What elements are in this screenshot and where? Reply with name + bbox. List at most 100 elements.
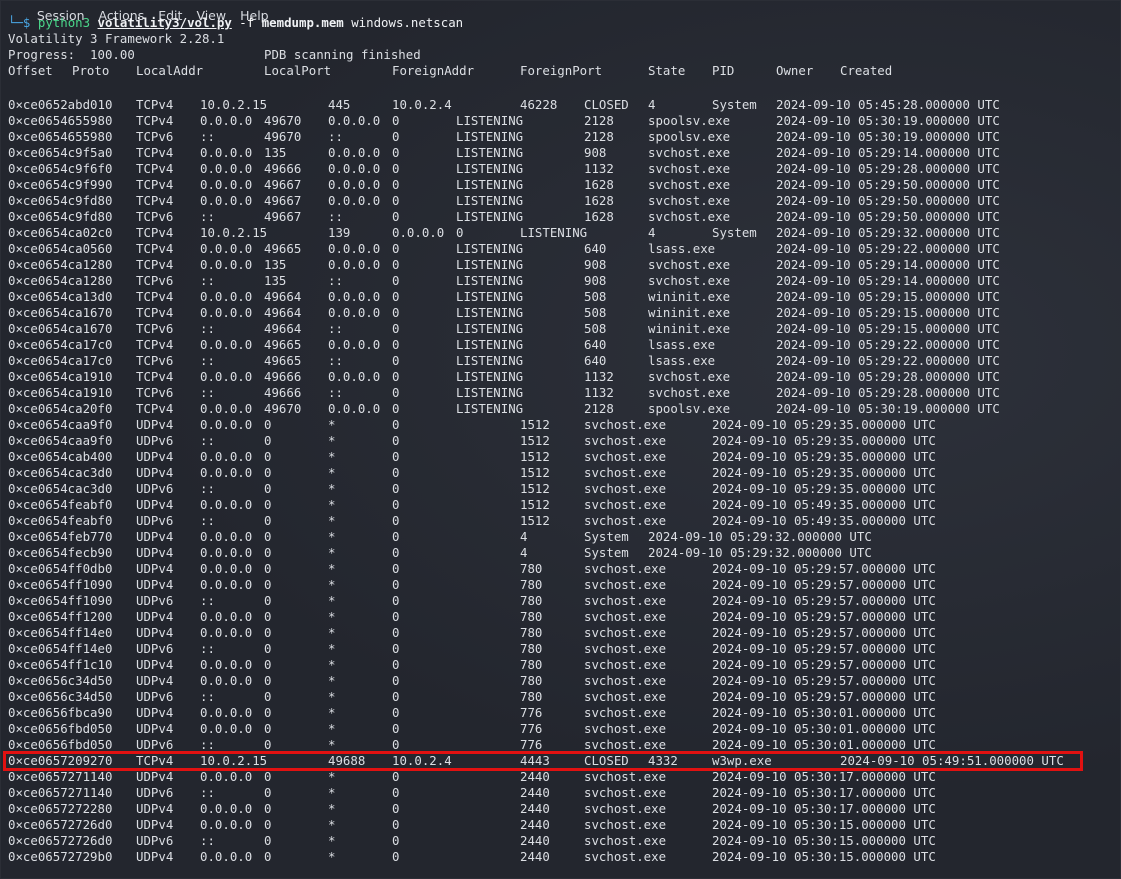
table-row-cell: 2024-09-10 05:30:17.000000 UTC	[712, 769, 936, 784]
table-row-cell: 0	[392, 465, 400, 480]
table-row-cell: 2024-09-10 05:29:35.000000 UTC	[712, 481, 936, 496]
table-row-cell: 0	[392, 545, 400, 560]
table-row-cell: *	[328, 705, 336, 720]
table-row-cell: 2024-09-10 05:49:35.000000 UTC	[712, 497, 936, 512]
table-row-cell: svchost.exe	[584, 433, 667, 448]
table-row-cell: TCPv4	[136, 145, 174, 160]
table-row-cell: UDPv4	[136, 769, 174, 784]
table-row-cell: 780	[520, 657, 543, 672]
table-row-cell: 2024-09-10 05:29:28.000000 UTC	[776, 369, 1000, 384]
table-row-cell: svchost.exe	[584, 833, 667, 848]
table-row-cell: 1628	[584, 209, 614, 224]
table-row-cell: 0×ce0654ff0db0	[8, 561, 113, 576]
table-row-cell: 0×ce0654ca1670	[8, 321, 113, 336]
table-row-cell: UDPv4	[136, 545, 174, 560]
table-row-cell: TCPv4	[136, 401, 174, 416]
table-row-cell: 0	[264, 689, 272, 704]
table-row-cell: LISTENING	[456, 321, 524, 336]
table-row-cell: LISTENING	[456, 289, 524, 304]
table-row-cell: 2024-09-10 05:30:15.000000 UTC	[712, 833, 936, 848]
table-row-cell: lsass.exe	[648, 337, 716, 352]
table-row-cell: *	[328, 641, 336, 656]
table-row-cell: 49664	[264, 321, 302, 336]
table-row-cell: 0	[392, 625, 400, 640]
table-row-cell: TCPv4	[136, 97, 174, 112]
table-row-cell: LISTENING	[456, 241, 524, 256]
table-row-cell: 49670	[264, 401, 302, 416]
table-row-cell: 780	[520, 641, 543, 656]
table-row-cell: 49667	[264, 177, 302, 192]
table-row-cell: 0	[392, 849, 400, 864]
table-row-cell: 0	[392, 769, 400, 784]
banner-line: Volatility 3 Framework 2.28.1	[8, 31, 225, 46]
table-row-cell: 4	[520, 529, 528, 544]
table-row-cell: 0×ce0654feabf0	[8, 497, 113, 512]
table-row-cell: *	[328, 433, 336, 448]
table-row-cell: 0	[392, 497, 400, 512]
table-row-cell: 2024-09-10 05:29:57.000000 UTC	[712, 593, 936, 608]
table-row-cell: 0×ce0654ff1200	[8, 609, 113, 624]
table-row-cell: *	[328, 769, 336, 784]
table-row-cell: 0	[264, 785, 272, 800]
table-row-cell: 4	[520, 545, 528, 560]
table-row-cell: 508	[584, 321, 607, 336]
table-row-cell: 0	[392, 417, 400, 432]
table-row-cell: ::	[200, 433, 215, 448]
table-row-cell: TCPv6	[136, 353, 174, 368]
header-cell: PID	[712, 63, 735, 78]
table-row-cell: 1512	[520, 481, 550, 496]
table-row-cell: 0×ce0654ff1090	[8, 593, 113, 608]
table-row-cell: 908	[584, 273, 607, 288]
table-row-cell: 0×ce0657272280	[8, 801, 113, 816]
table-row-cell: 780	[520, 689, 543, 704]
table-row-cell: 0	[392, 481, 400, 496]
table-row-cell: 2440	[520, 849, 550, 864]
header-cell: Owner	[776, 63, 814, 78]
table-row-cell: svchost.exe	[584, 593, 667, 608]
table-row-cell: svchost.exe	[584, 721, 667, 736]
table-row-cell: TCPv6	[136, 129, 174, 144]
table-row-cell: 49666	[264, 369, 302, 384]
table-row-cell: 0×ce0656c34d50	[8, 673, 113, 688]
table-row-cell: svchost.exe	[648, 145, 731, 160]
table-row-cell: svchost.exe	[584, 449, 667, 464]
table-row-cell: 0	[264, 529, 272, 544]
table-row-cell: TCPv4	[136, 257, 174, 272]
table-row-cell: svchost.exe	[648, 369, 731, 384]
table-row-cell: 0×ce0656fbd050	[8, 721, 113, 736]
table-row-cell: svchost.exe	[648, 161, 731, 176]
table-row-cell: 0	[264, 609, 272, 624]
table-row-cell: 49665	[264, 241, 302, 256]
table-row-cell: *	[328, 625, 336, 640]
table-row-cell: 0×ce0654c9f5a0	[8, 145, 113, 160]
table-row-cell: 780	[520, 673, 543, 688]
table-row-cell: 0	[392, 337, 400, 352]
table-row-cell: 0	[392, 513, 400, 528]
table-row-cell: 0.0.0.0	[200, 849, 253, 864]
table-row-cell: 2024-09-10 05:30:01.000000 UTC	[712, 721, 936, 736]
table-row-cell: ::	[328, 129, 343, 144]
table-row-cell: 0.0.0.0	[200, 369, 253, 384]
table-row-cell: UDPv4	[136, 673, 174, 688]
header-cell: LocalAddr	[136, 63, 204, 78]
header-cell: ForeignAddr	[392, 63, 475, 78]
table-row-cell: 640	[584, 241, 607, 256]
table-row-cell: 2024-09-10 05:29:50.000000 UTC	[776, 209, 1000, 224]
table-row-cell: 0×ce0654c9fd80	[8, 193, 113, 208]
table-row-cell: 2024-09-10 05:29:22.000000 UTC	[776, 353, 1000, 368]
table-row-cell: 49665	[264, 353, 302, 368]
table-row-cell: ::	[200, 785, 215, 800]
table-row-cell: ::	[200, 385, 215, 400]
terminal-output[interactable]: Session Actions Edit View Help └─$ python3 v…	[1, 1, 1120, 878]
table-row-cell: 0×ce0656c34d50	[8, 689, 113, 704]
table-row-cell: 0.0.0.0	[392, 225, 445, 240]
table-row-cell: 0	[264, 817, 272, 832]
table-row-cell: TCPv4	[136, 369, 174, 384]
table-row-cell: 2128	[584, 401, 614, 416]
table-row-cell: 776	[520, 705, 543, 720]
table-row-cell: 0×ce0657271140	[8, 769, 113, 784]
table-row-cell: 2024-09-10 05:29:50.000000 UTC	[776, 193, 1000, 208]
table-row-cell: 2024-09-10 05:29:35.000000 UTC	[712, 465, 936, 480]
table-row-cell: 0.0.0.0	[328, 401, 381, 416]
table-row-cell: 0	[264, 849, 272, 864]
